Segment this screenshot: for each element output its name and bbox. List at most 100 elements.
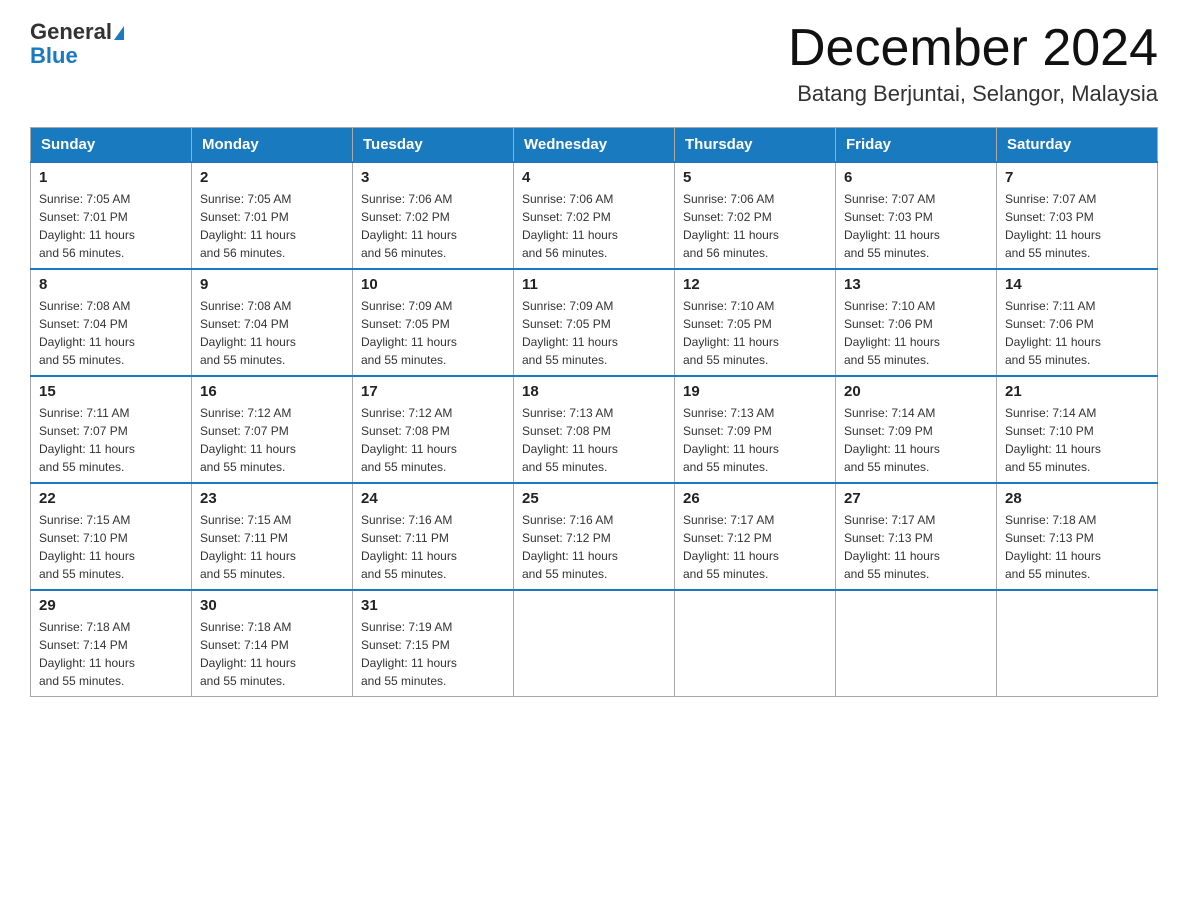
calendar-week-row: 8 Sunrise: 7:08 AMSunset: 7:04 PMDayligh… <box>31 269 1158 376</box>
calendar-week-row: 22 Sunrise: 7:15 AMSunset: 7:10 PMDaylig… <box>31 483 1158 590</box>
day-number: 1 <box>39 169 183 186</box>
day-info: Sunrise: 7:12 AMSunset: 7:08 PMDaylight:… <box>361 406 457 474</box>
calendar-day-cell: 20 Sunrise: 7:14 AMSunset: 7:09 PMDaylig… <box>836 376 997 483</box>
day-info: Sunrise: 7:05 AMSunset: 7:01 PMDaylight:… <box>200 192 296 260</box>
day-number: 27 <box>844 490 988 507</box>
day-info: Sunrise: 7:17 AMSunset: 7:12 PMDaylight:… <box>683 513 779 581</box>
day-info: Sunrise: 7:09 AMSunset: 7:05 PMDaylight:… <box>361 299 457 367</box>
day-info: Sunrise: 7:18 AMSunset: 7:13 PMDaylight:… <box>1005 513 1101 581</box>
day-info: Sunrise: 7:08 AMSunset: 7:04 PMDaylight:… <box>39 299 135 367</box>
calendar-day-cell: 30 Sunrise: 7:18 AMSunset: 7:14 PMDaylig… <box>192 590 353 697</box>
calendar-day-cell: 21 Sunrise: 7:14 AMSunset: 7:10 PMDaylig… <box>997 376 1158 483</box>
day-number: 25 <box>522 490 666 507</box>
calendar-day-cell: 22 Sunrise: 7:15 AMSunset: 7:10 PMDaylig… <box>31 483 192 590</box>
day-number: 17 <box>361 383 505 400</box>
calendar-day-cell: 16 Sunrise: 7:12 AMSunset: 7:07 PMDaylig… <box>192 376 353 483</box>
day-number: 4 <box>522 169 666 186</box>
day-info: Sunrise: 7:06 AMSunset: 7:02 PMDaylight:… <box>683 192 779 260</box>
day-info: Sunrise: 7:18 AMSunset: 7:14 PMDaylight:… <box>200 620 296 688</box>
calendar-day-cell: 3 Sunrise: 7:06 AMSunset: 7:02 PMDayligh… <box>353 162 514 269</box>
day-number: 5 <box>683 169 827 186</box>
header-tuesday: Tuesday <box>353 128 514 163</box>
day-number: 13 <box>844 276 988 293</box>
day-info: Sunrise: 7:13 AMSunset: 7:09 PMDaylight:… <box>683 406 779 474</box>
calendar-day-cell: 26 Sunrise: 7:17 AMSunset: 7:12 PMDaylig… <box>675 483 836 590</box>
calendar-day-cell: 6 Sunrise: 7:07 AMSunset: 7:03 PMDayligh… <box>836 162 997 269</box>
header-friday: Friday <box>836 128 997 163</box>
calendar-week-row: 1 Sunrise: 7:05 AMSunset: 7:01 PMDayligh… <box>31 162 1158 269</box>
calendar-day-cell: 24 Sunrise: 7:16 AMSunset: 7:11 PMDaylig… <box>353 483 514 590</box>
calendar-day-cell <box>836 590 997 697</box>
day-number: 24 <box>361 490 505 507</box>
day-info: Sunrise: 7:14 AMSunset: 7:10 PMDaylight:… <box>1005 406 1101 474</box>
day-number: 21 <box>1005 383 1149 400</box>
calendar-day-cell: 19 Sunrise: 7:13 AMSunset: 7:09 PMDaylig… <box>675 376 836 483</box>
day-info: Sunrise: 7:07 AMSunset: 7:03 PMDaylight:… <box>1005 192 1101 260</box>
calendar-week-row: 29 Sunrise: 7:18 AMSunset: 7:14 PMDaylig… <box>31 590 1158 697</box>
day-info: Sunrise: 7:13 AMSunset: 7:08 PMDaylight:… <box>522 406 618 474</box>
day-number: 29 <box>39 597 183 614</box>
day-number: 31 <box>361 597 505 614</box>
calendar-day-cell: 14 Sunrise: 7:11 AMSunset: 7:06 PMDaylig… <box>997 269 1158 376</box>
day-info: Sunrise: 7:14 AMSunset: 7:09 PMDaylight:… <box>844 406 940 474</box>
calendar-day-cell: 2 Sunrise: 7:05 AMSunset: 7:01 PMDayligh… <box>192 162 353 269</box>
day-info: Sunrise: 7:10 AMSunset: 7:05 PMDaylight:… <box>683 299 779 367</box>
calendar-day-cell: 17 Sunrise: 7:12 AMSunset: 7:08 PMDaylig… <box>353 376 514 483</box>
calendar-day-cell: 7 Sunrise: 7:07 AMSunset: 7:03 PMDayligh… <box>997 162 1158 269</box>
calendar-day-cell: 28 Sunrise: 7:18 AMSunset: 7:13 PMDaylig… <box>997 483 1158 590</box>
day-number: 3 <box>361 169 505 186</box>
day-number: 16 <box>200 383 344 400</box>
day-number: 8 <box>39 276 183 293</box>
day-info: Sunrise: 7:09 AMSunset: 7:05 PMDaylight:… <box>522 299 618 367</box>
day-info: Sunrise: 7:08 AMSunset: 7:04 PMDaylight:… <box>200 299 296 367</box>
day-info: Sunrise: 7:15 AMSunset: 7:10 PMDaylight:… <box>39 513 135 581</box>
day-info: Sunrise: 7:06 AMSunset: 7:02 PMDaylight:… <box>522 192 618 260</box>
day-number: 26 <box>683 490 827 507</box>
day-number: 15 <box>39 383 183 400</box>
day-number: 14 <box>1005 276 1149 293</box>
day-info: Sunrise: 7:06 AMSunset: 7:02 PMDaylight:… <box>361 192 457 260</box>
calendar-week-row: 15 Sunrise: 7:11 AMSunset: 7:07 PMDaylig… <box>31 376 1158 483</box>
calendar-day-cell: 5 Sunrise: 7:06 AMSunset: 7:02 PMDayligh… <box>675 162 836 269</box>
calendar-day-cell: 1 Sunrise: 7:05 AMSunset: 7:01 PMDayligh… <box>31 162 192 269</box>
day-number: 7 <box>1005 169 1149 186</box>
day-number: 11 <box>522 276 666 293</box>
day-info: Sunrise: 7:05 AMSunset: 7:01 PMDaylight:… <box>39 192 135 260</box>
header-wednesday: Wednesday <box>514 128 675 163</box>
day-number: 30 <box>200 597 344 614</box>
calendar-day-cell: 27 Sunrise: 7:17 AMSunset: 7:13 PMDaylig… <box>836 483 997 590</box>
day-info: Sunrise: 7:16 AMSunset: 7:11 PMDaylight:… <box>361 513 457 581</box>
calendar-day-cell: 23 Sunrise: 7:15 AMSunset: 7:11 PMDaylig… <box>192 483 353 590</box>
header-monday: Monday <box>192 128 353 163</box>
calendar-day-cell: 10 Sunrise: 7:09 AMSunset: 7:05 PMDaylig… <box>353 269 514 376</box>
day-number: 12 <box>683 276 827 293</box>
calendar-day-cell: 8 Sunrise: 7:08 AMSunset: 7:04 PMDayligh… <box>31 269 192 376</box>
calendar-day-cell: 15 Sunrise: 7:11 AMSunset: 7:07 PMDaylig… <box>31 376 192 483</box>
day-info: Sunrise: 7:11 AMSunset: 7:07 PMDaylight:… <box>39 406 135 474</box>
day-info: Sunrise: 7:10 AMSunset: 7:06 PMDaylight:… <box>844 299 940 367</box>
calendar-day-cell: 9 Sunrise: 7:08 AMSunset: 7:04 PMDayligh… <box>192 269 353 376</box>
calendar-day-cell <box>675 590 836 697</box>
calendar-header-row: Sunday Monday Tuesday Wednesday Thursday… <box>31 128 1158 163</box>
calendar-day-cell <box>997 590 1158 697</box>
logo-general-text: General <box>30 19 112 44</box>
calendar-day-cell: 12 Sunrise: 7:10 AMSunset: 7:05 PMDaylig… <box>675 269 836 376</box>
day-info: Sunrise: 7:11 AMSunset: 7:06 PMDaylight:… <box>1005 299 1101 367</box>
day-info: Sunrise: 7:16 AMSunset: 7:12 PMDaylight:… <box>522 513 618 581</box>
logo-blue-text: Blue <box>30 44 124 68</box>
day-number: 22 <box>39 490 183 507</box>
day-info: Sunrise: 7:18 AMSunset: 7:14 PMDaylight:… <box>39 620 135 688</box>
day-number: 9 <box>200 276 344 293</box>
month-title: December 2024 <box>788 20 1158 77</box>
calendar-day-cell: 13 Sunrise: 7:10 AMSunset: 7:06 PMDaylig… <box>836 269 997 376</box>
day-number: 19 <box>683 383 827 400</box>
calendar-day-cell: 11 Sunrise: 7:09 AMSunset: 7:05 PMDaylig… <box>514 269 675 376</box>
day-info: Sunrise: 7:07 AMSunset: 7:03 PMDaylight:… <box>844 192 940 260</box>
calendar-day-cell <box>514 590 675 697</box>
logo: General Blue <box>30 20 124 68</box>
calendar-day-cell: 31 Sunrise: 7:19 AMSunset: 7:15 PMDaylig… <box>353 590 514 697</box>
day-info: Sunrise: 7:19 AMSunset: 7:15 PMDaylight:… <box>361 620 457 688</box>
title-block: December 2024 Batang Berjuntai, Selangor… <box>788 20 1158 107</box>
day-info: Sunrise: 7:17 AMSunset: 7:13 PMDaylight:… <box>844 513 940 581</box>
day-number: 6 <box>844 169 988 186</box>
